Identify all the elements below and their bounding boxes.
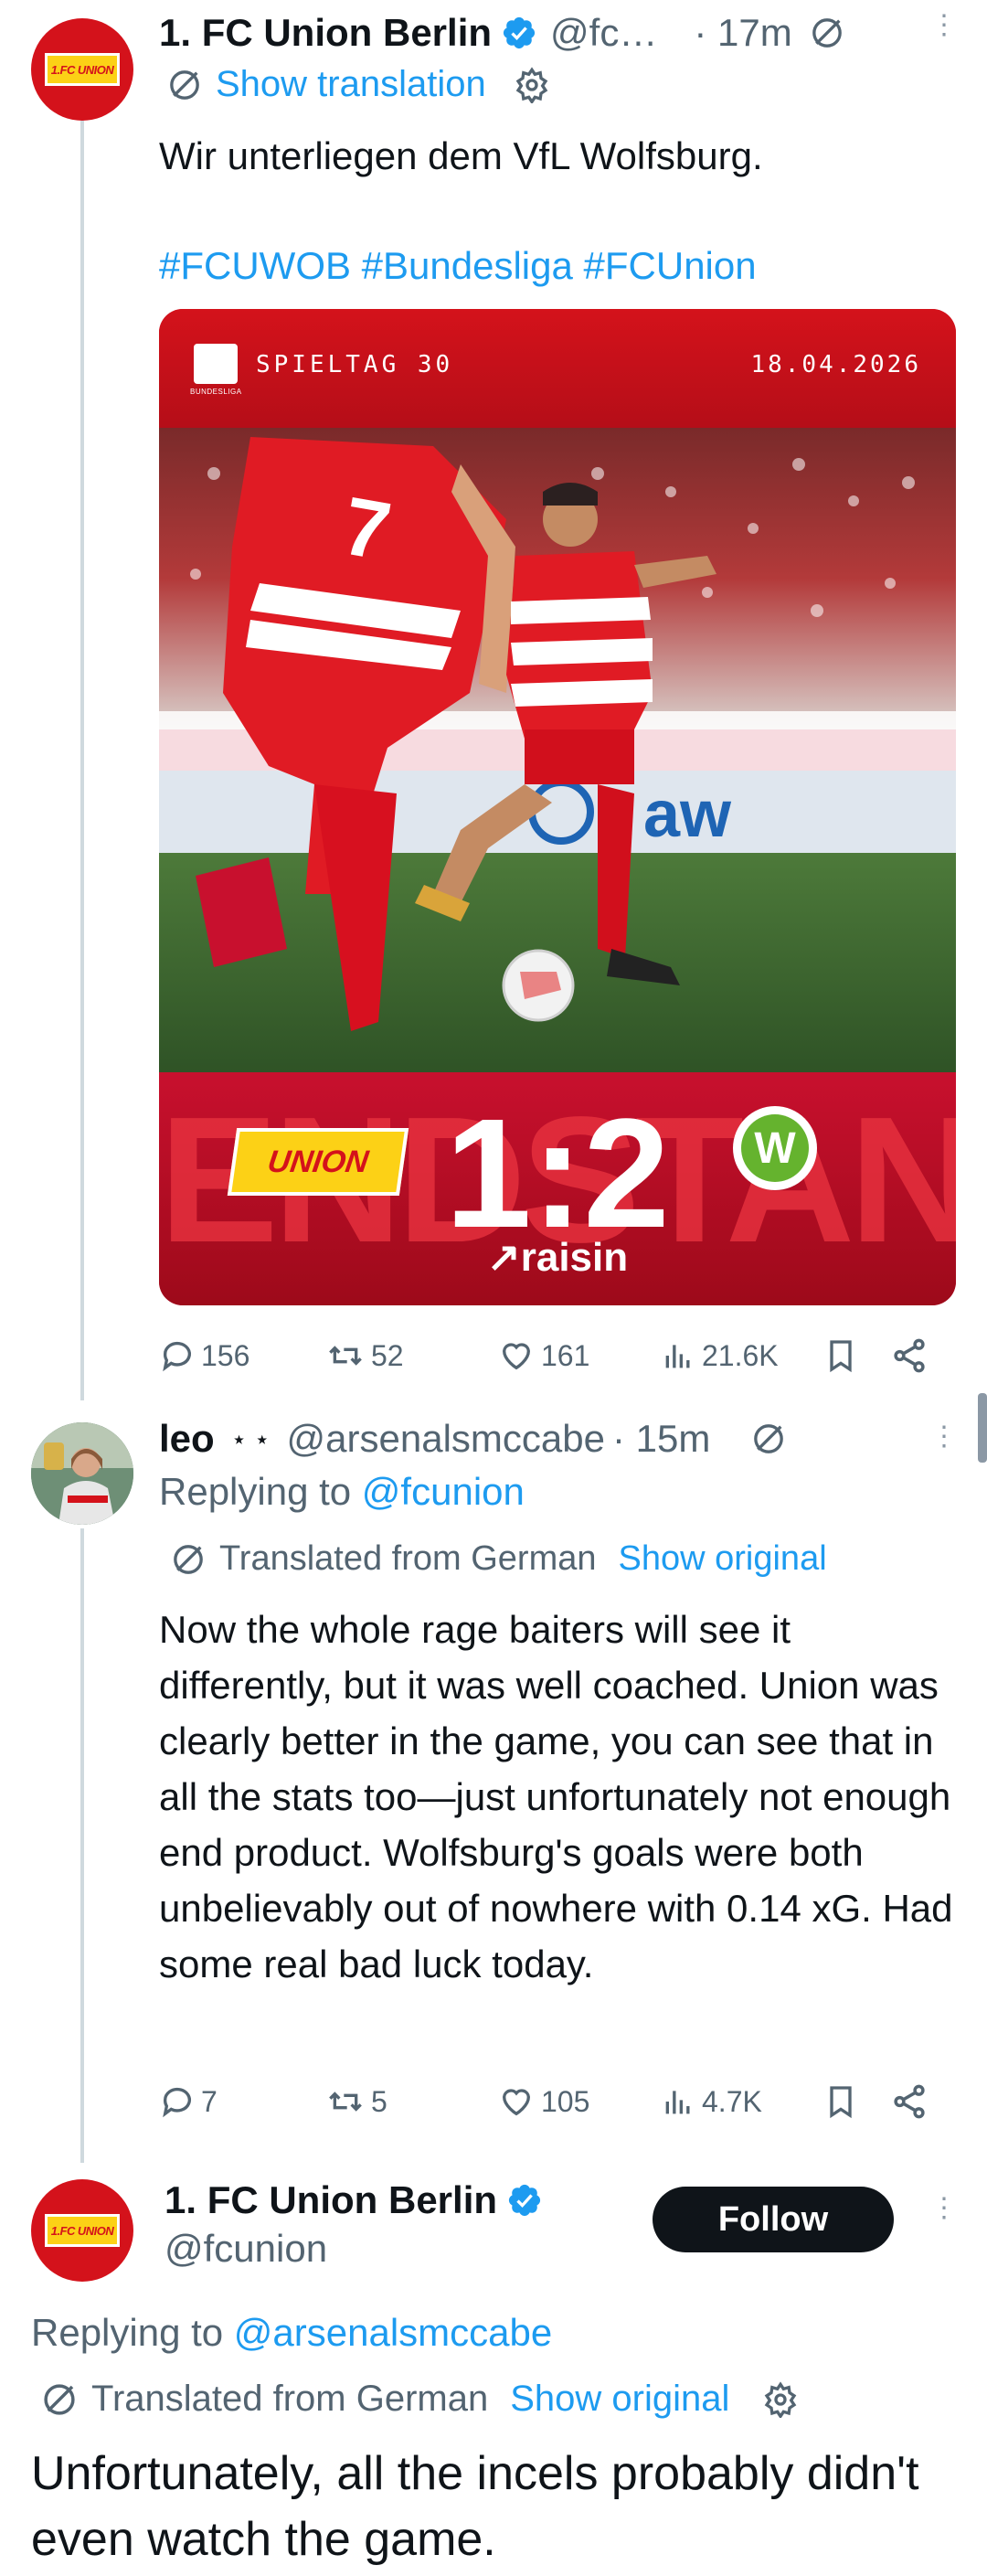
reply-count: 156 [201, 1338, 250, 1372]
heart-icon [502, 1343, 531, 1370]
repost-icon [329, 1346, 362, 1366]
author-name-row: 1. FC Union Berlin [164, 2174, 543, 2227]
display-name[interactable]: 1. FC Union Berlin [159, 11, 492, 55]
follow-button[interactable]: Follow [653, 2187, 894, 2252]
hashtags[interactable]: #FCUWOB #Bundesliga #FCUnion [159, 238, 757, 293]
tweet-header: 1. FC Union Berlin @fc… · 17m [159, 5, 845, 60]
translated-from-label: Translated from German [219, 1539, 597, 1578]
thread-line [80, 1528, 84, 2163]
show-original-link[interactable]: Show original [510, 2379, 729, 2420]
settings-gear-icon[interactable] [762, 2380, 799, 2418]
more-options-icon[interactable]: ⋮ [930, 12, 958, 39]
translate-icon [174, 1544, 203, 1574]
views-icon [665, 2091, 690, 2114]
reply-button[interactable]: 156 [159, 1337, 249, 1374]
reply-button[interactable]: 7 [159, 2083, 218, 2120]
translate-icon [812, 18, 842, 48]
translation-note: Translated from German Show original [40, 2379, 799, 2420]
replying-to: Replying to @arsenalsmccabe [31, 2311, 552, 2355]
tweet-header: leo ⋆ ⋆ @arsenalsmccabe · 15m [159, 1411, 787, 1466]
like-count: 105 [541, 2084, 590, 2118]
timestamp[interactable]: · 15m [612, 1417, 710, 1461]
scrollbar-thumb[interactable] [978, 1393, 987, 1463]
display-name[interactable]: leo [159, 1417, 215, 1461]
show-translation-link[interactable]: Show translation [216, 64, 486, 105]
tweet-media-image[interactable]: BUNDESLIGA SPIELTAG 30 18.04.2026 7 aw E… [159, 309, 956, 1305]
view-count: 21.6K [702, 1338, 779, 1372]
display-name[interactable]: 1. FC Union Berlin [164, 2178, 497, 2222]
bundesliga-logo-icon [194, 344, 238, 384]
sponsor-logo: ↗raisin [486, 1235, 629, 1280]
ad-board-text: aw [643, 778, 732, 851]
reply-icon [163, 2087, 191, 2118]
avatar[interactable]: 1.FC @fcunionUNION [31, 2179, 133, 2282]
union-logo-icon: 1.FC UNION [45, 53, 120, 86]
share-icon [894, 1338, 925, 1373]
replying-to: Replying to @fcunion [159, 1470, 525, 1514]
bundesliga-small-label: BUNDESLIGA [190, 388, 242, 396]
repost-icon [329, 2092, 362, 2112]
tweet-actions: 156 52 161 21.6K [159, 1333, 963, 1378]
repost-button[interactable]: 52 [325, 1337, 404, 1374]
matchday-label: SPIELTAG 30 [256, 351, 454, 378]
share-button[interactable] [890, 1336, 929, 1375]
thread-line [80, 121, 84, 1400]
bookmark-icon [830, 2086, 852, 2119]
avatar[interactable]: 1.FC UNION [31, 18, 133, 121]
match-date: 18.04.2026 [750, 351, 921, 378]
translate-icon [170, 69, 199, 100]
more-options-icon[interactable]: ⋮ [930, 2195, 958, 2222]
name-stars: ⋆ ⋆ [230, 1424, 271, 1453]
replying-to-label: Replying to [31, 2311, 234, 2354]
show-original-link[interactable]: Show original [619, 1539, 827, 1579]
translated-from-label: Translated from German [91, 2379, 489, 2419]
share-button[interactable] [890, 2082, 929, 2121]
verified-badge-icon [508, 2184, 541, 2217]
view-count: 4.7K [702, 2084, 762, 2118]
bookmark-button[interactable] [822, 2081, 859, 2122]
verified-badge-icon [503, 16, 536, 49]
repost-button[interactable]: 5 [325, 2083, 387, 2120]
bookmark-icon [830, 1340, 852, 1373]
reply-count: 7 [201, 2084, 218, 2118]
views-button[interactable]: 4.7K [660, 2083, 762, 2120]
handle[interactable]: @arsenalsmccabe [287, 1417, 605, 1461]
translate-icon [44, 2383, 75, 2415]
tweet-actions: 7 5 105 4.7K [159, 2079, 963, 2124]
tweet-text: Unfortunately, all the incels probably d… [31, 2447, 919, 2566]
timestamp[interactable]: · 17m [694, 11, 791, 55]
views-icon [665, 1345, 690, 1368]
union-logo-icon: 1.FC @fcunionUNION [45, 2214, 120, 2247]
heart-icon [502, 2089, 531, 2116]
replying-to-handle[interactable]: @arsenalsmccabe [234, 2311, 552, 2354]
avatar[interactable] [31, 1422, 133, 1525]
bookmark-button[interactable] [822, 1336, 859, 1376]
repost-count: 52 [371, 1338, 404, 1372]
more-options-icon[interactable]: ⋮ [930, 1423, 958, 1451]
show-translation-row[interactable]: Show translation [166, 64, 550, 105]
like-count: 161 [541, 1338, 590, 1372]
wolfsburg-badge: W [733, 1106, 817, 1190]
views-button[interactable]: 21.6K [660, 1337, 779, 1374]
tweet-text: Wir unterliegen dem VfL Wolfsburg. [159, 134, 763, 177]
translate-icon [754, 1424, 784, 1453]
tweet-text: Now the whole rage baiters will see it d… [159, 1608, 953, 1985]
translation-note: Translated from German Show original [170, 1539, 827, 1579]
like-button[interactable]: 105 [497, 2083, 589, 2120]
settings-gear-icon[interactable] [514, 66, 550, 103]
wolfsburg-badge-text: W [754, 1123, 796, 1173]
replying-to-label: Replying to [159, 1470, 362, 1513]
reply-icon [163, 1341, 191, 1372]
avatar-photo [31, 1422, 133, 1525]
handle[interactable]: @fcunion [164, 2227, 327, 2271]
replying-to-handle[interactable]: @fcunion [362, 1470, 525, 1513]
share-icon [894, 2084, 925, 2119]
handle[interactable]: @fc… [550, 11, 657, 55]
like-button[interactable]: 161 [497, 1337, 589, 1374]
repost-count: 5 [371, 2084, 387, 2118]
